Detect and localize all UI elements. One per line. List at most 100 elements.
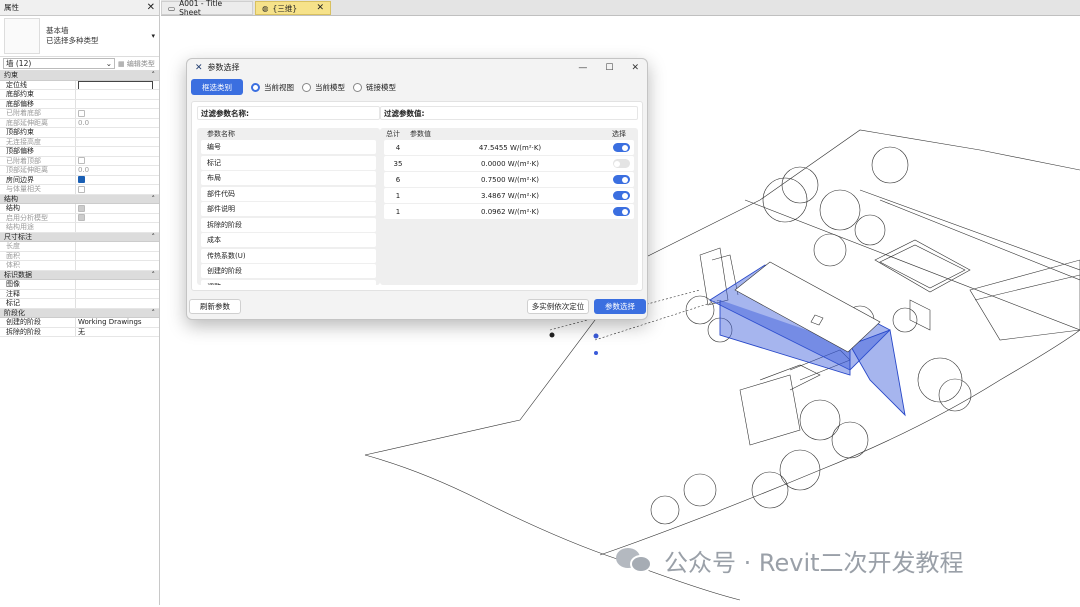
- value-text: 0.0962 W/(m²·K): [481, 207, 539, 216]
- location-line-input[interactable]: [78, 80, 153, 89]
- param-name-item[interactable]: 编号: [201, 140, 376, 154]
- select-toggle[interactable]: [612, 191, 630, 200]
- property-row[interactable]: 无连接高度: [0, 137, 159, 147]
- select-toggle[interactable]: [612, 207, 630, 216]
- dropdown-caret-icon[interactable]: ▾: [151, 32, 155, 40]
- property-group-header[interactable]: 约束 ˄: [0, 71, 159, 81]
- property-row[interactable]: 启用分析模型: [0, 213, 159, 223]
- property-row[interactable]: 标记: [0, 299, 159, 309]
- property-value[interactable]: [76, 299, 159, 308]
- radio-empty-icon: [353, 82, 362, 92]
- param-name-item[interactable]: 布局: [201, 171, 376, 185]
- maximize-icon[interactable]: ☐: [605, 63, 613, 73]
- property-value[interactable]: Working Drawings: [76, 318, 159, 327]
- param-name-item[interactable]: 部件代码: [201, 186, 376, 201]
- property-row[interactable]: 面积: [0, 251, 159, 261]
- property-name: 注释: [0, 289, 76, 298]
- property-value[interactable]: [76, 147, 159, 156]
- property-row[interactable]: 底部延伸距离 0.0: [0, 118, 159, 128]
- property-group-header[interactable]: 阶段化 ˄: [0, 308, 159, 318]
- property-name: 无连接高度: [0, 137, 76, 146]
- param-name-item[interactable]: 调整: [201, 279, 376, 285]
- property-row[interactable]: 长度: [0, 242, 159, 252]
- property-row[interactable]: 拆除的阶段无: [0, 327, 159, 337]
- param-name-item[interactable]: 拆除的阶段: [201, 217, 376, 232]
- param-value-row[interactable]: 1 0.0962 W/(m²·K): [384, 204, 634, 219]
- property-row[interactable]: 定位线: [0, 80, 159, 90]
- tab-title-sheet[interactable]: ▭ A001 - Title Sheet: [161, 0, 253, 17]
- property-row[interactable]: 底部偏移: [0, 99, 159, 109]
- property-row[interactable]: 底部约束: [0, 90, 159, 100]
- properties-palette: 属性 ✕ 基本墙 已选择多种类型 ▾ 墙 (12) ⌄ ▦ 编辑类型 约束 ˄ 定位线…: [0, 0, 160, 605]
- collapse-icon[interactable]: ˄: [152, 195, 156, 204]
- property-row[interactable]: 已附着顶部: [0, 156, 159, 166]
- param-value-row[interactable]: 35 0.0000 W/(m²·K): [384, 156, 634, 171]
- property-value[interactable]: [76, 100, 159, 109]
- close-icon[interactable]: ✕: [147, 2, 155, 13]
- param-name-item[interactable]: 部件说明: [201, 202, 376, 216]
- select-toggle[interactable]: [612, 159, 630, 168]
- property-row[interactable]: 图像: [0, 280, 159, 290]
- refresh-params-button[interactable]: 刷新参数: [189, 299, 241, 314]
- filter-category-button[interactable]: 框选类别: [191, 79, 243, 95]
- instance-filter-dropdown[interactable]: 墙 (12) ⌄: [3, 58, 115, 69]
- property-group-header[interactable]: 结构 ˄: [0, 194, 159, 204]
- property-row[interactable]: 结构用途: [0, 223, 159, 233]
- tab-3d-view[interactable]: ◍ {三维} ✕: [255, 1, 331, 15]
- select-toggle[interactable]: [612, 143, 630, 152]
- param-name-list[interactable]: 参数名称 编号标记布局部件代码部件说明拆除的阶段成本传热系数(U)创建的阶段调整: [197, 128, 380, 285]
- group-name: 阶段化: [4, 308, 25, 317]
- param-value-row[interactable]: 6 0.7500 W/(m²·K): [384, 172, 634, 187]
- property-value[interactable]: [76, 204, 159, 213]
- chevron-down-icon: ⌄: [105, 59, 112, 68]
- property-value[interactable]: [76, 90, 159, 99]
- radio-linked-model[interactable]: 链接模型: [353, 82, 396, 93]
- property-value[interactable]: [76, 290, 159, 299]
- collapse-icon[interactable]: ˄: [152, 233, 156, 242]
- param-name-item[interactable]: 成本: [201, 233, 376, 247]
- property-group-header[interactable]: 尺寸标注 ˄: [0, 232, 159, 242]
- checkbox: [78, 109, 85, 117]
- property-value: [76, 242, 159, 251]
- property-row[interactable]: 与体量相关: [0, 185, 159, 195]
- param-value-row[interactable]: 1 3.4867 W/(m²·K): [384, 188, 634, 203]
- close-dialog-icon[interactable]: ✕: [631, 63, 639, 73]
- property-name: 面积: [0, 251, 76, 260]
- param-name-item[interactable]: 创建的阶段: [201, 264, 376, 278]
- property-row[interactable]: 结构: [0, 204, 159, 214]
- property-group-header[interactable]: 标识数据 ˄: [0, 270, 159, 280]
- property-row[interactable]: 顶部约束: [0, 128, 159, 138]
- wechat-icon: [616, 546, 656, 574]
- property-value: 0.0: [78, 166, 90, 174]
- minimize-icon[interactable]: —: [578, 63, 587, 73]
- param-name-item[interactable]: 标记: [201, 155, 376, 170]
- property-row[interactable]: 创建的阶段 Working Drawings: [0, 318, 159, 328]
- param-name-item[interactable]: 传热系数(U): [201, 248, 376, 263]
- property-row[interactable]: 房间边界: [0, 175, 159, 185]
- property-value[interactable]: [76, 128, 159, 137]
- property-row[interactable]: 体积: [0, 261, 159, 271]
- property-value[interactable]: [76, 80, 159, 89]
- checkbox[interactable]: [78, 176, 85, 183]
- edit-type-button[interactable]: ▦ 编辑类型: [118, 59, 155, 69]
- property-value[interactable]: [76, 280, 159, 289]
- param-value-row[interactable]: 4 47.5455 W/(m²·K): [384, 140, 634, 155]
- param-value-list[interactable]: 总计 参数值 选择 4 47.5455 W/(m²·K) 35 0.0000 W/(m…: [380, 128, 638, 285]
- collapse-icon[interactable]: ˄: [152, 271, 156, 280]
- property-row[interactable]: 注释: [0, 289, 159, 299]
- locate-instances-button[interactable]: 多实例依次定位: [527, 299, 589, 314]
- property-row[interactable]: 已附着底部: [0, 109, 159, 119]
- select-toggle[interactable]: [612, 175, 630, 184]
- property-row[interactable]: 顶部延伸距离 0.0: [0, 166, 159, 176]
- radio-current-view[interactable]: 当前视图: [251, 82, 294, 93]
- collapse-icon[interactable]: ˄: [152, 309, 156, 318]
- type-selector[interactable]: 基本墙 已选择多种类型 ▾: [0, 16, 159, 57]
- property-value[interactable]: 无: [76, 328, 159, 337]
- param-select-button[interactable]: 参数选择: [594, 299, 646, 314]
- collapse-icon[interactable]: ˄: [152, 71, 156, 80]
- property-row[interactable]: 顶部偏移: [0, 147, 159, 157]
- property-value[interactable]: [76, 176, 159, 185]
- close-tab-icon[interactable]: ✕: [316, 3, 324, 13]
- value-total: 4: [395, 143, 401, 152]
- radio-current-model[interactable]: 当前模型: [302, 82, 345, 93]
